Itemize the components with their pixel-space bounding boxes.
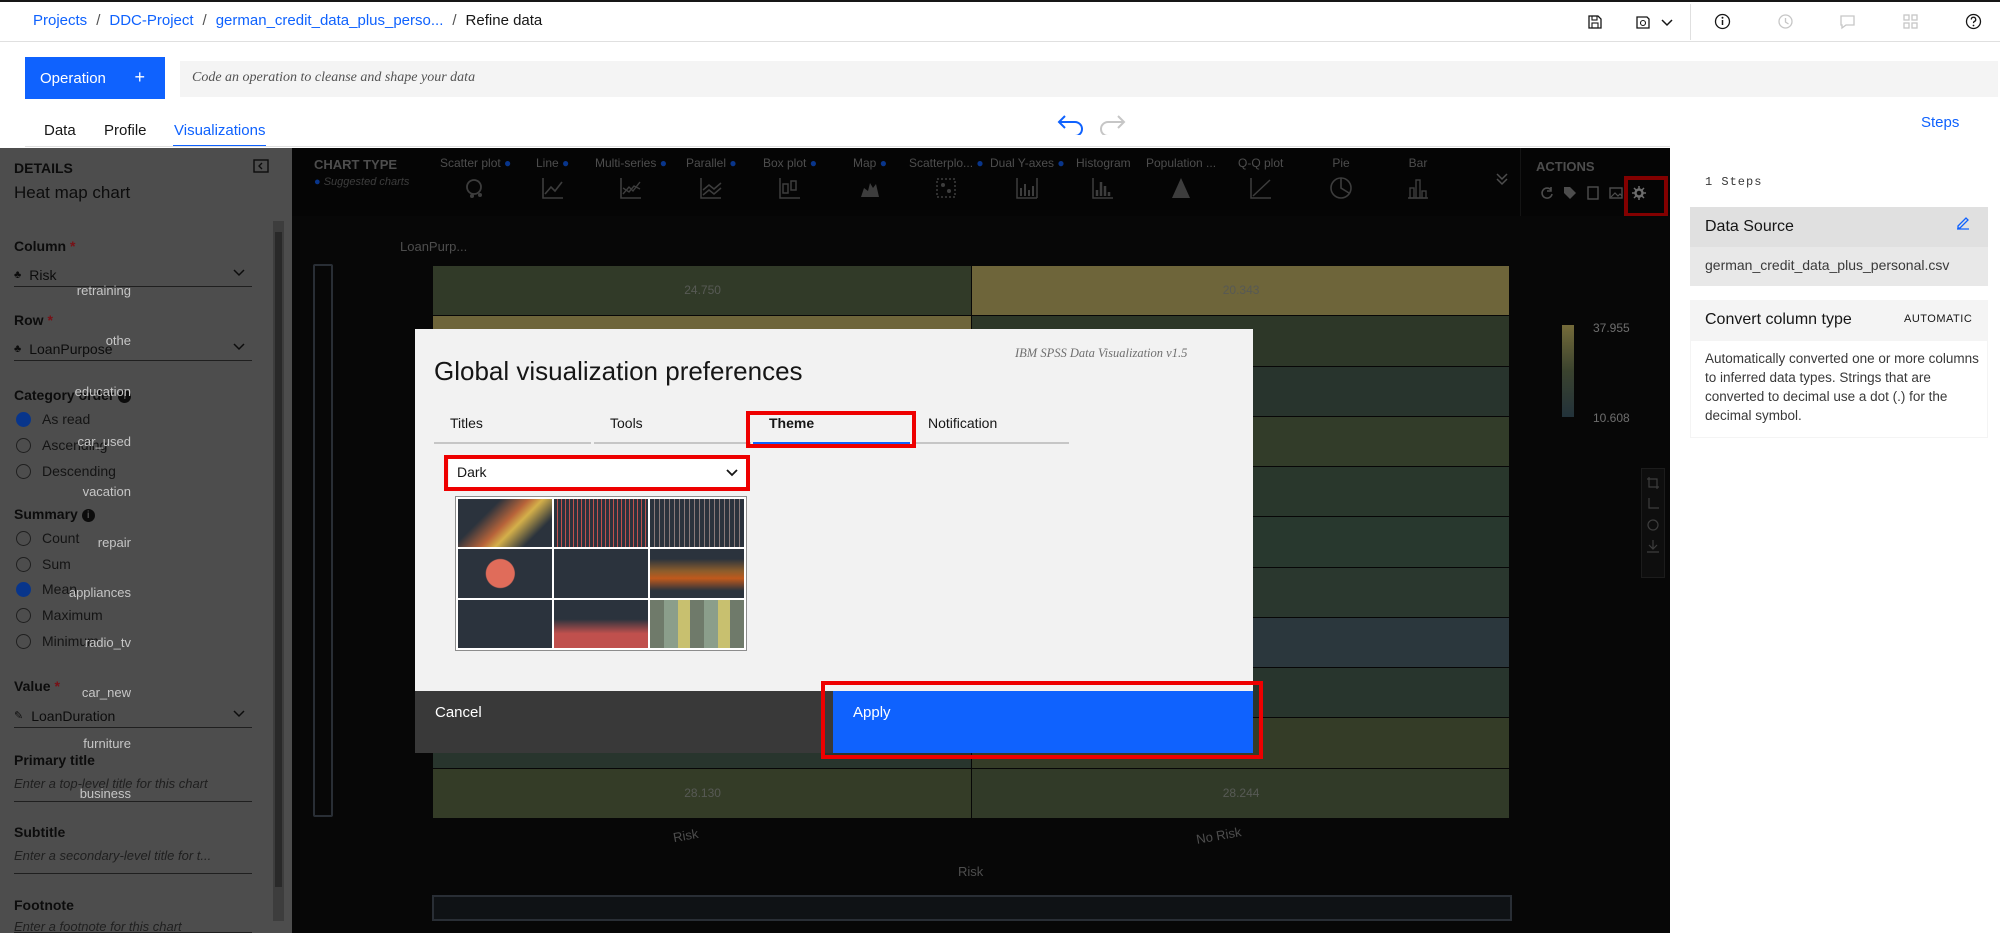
operation-label: Operation [40,69,106,87]
cancel-button[interactable]: Cancel [415,691,835,753]
preview-area [650,549,744,598]
history-icon[interactable] [1777,13,1794,30]
apps-icon[interactable] [1902,13,1919,30]
breadcrumb-current: Refine data [465,12,543,29]
preview-bars [554,549,648,598]
row-label-appliances: appliances [68,584,131,600]
chevron-down-icon [1661,19,1673,27]
breadcrumb-projects[interactable]: Projects [33,12,87,29]
step-title: Convert column type [1705,311,1852,328]
tab-data[interactable]: Data [44,122,76,139]
divider [1690,4,1691,40]
steps-link[interactable]: Steps [1921,114,1959,131]
preview-histogram [554,599,648,648]
step-convert-column-type[interactable]: Convert column type AUTOMATIC Automatica… [1690,300,1988,438]
step-data-source[interactable]: Data Source german_credit_data_plus_pers… [1690,207,1988,286]
row-label-car_used: car_used [77,433,131,449]
preview-lines [554,499,648,548]
plus-icon: + [134,67,145,87]
row-label-radio_tv: radio_tv [84,635,131,651]
breadcrumb-dataset[interactable]: german_credit_data_plus_perso... [216,12,444,29]
highlight-theme-tab [746,411,916,448]
edit-icon[interactable] [1955,215,1971,231]
preview-box [458,599,552,648]
header-divider [0,41,2000,42]
row-label-business: business [79,785,131,801]
breadcrumb-project[interactable]: DDC-Project [109,12,193,29]
breadcrumb: Projects / DDC-Project / german_credit_data_… [33,12,543,29]
step-file-name: german_credit_data_plus_personal.csv [1705,257,1950,273]
undo-icon[interactable] [1057,113,1085,135]
save-icon[interactable] [1587,14,1603,30]
row-label-repair: repair [97,534,131,550]
tabs-divider [25,146,1670,147]
row-label-car_new: car_new [81,685,131,701]
preview-pie [458,549,552,598]
dialog-tab-titles[interactable]: Titles [434,405,591,444]
dialog-tab-tools[interactable]: Tools [594,405,751,444]
row-label-retraining: retraining [76,283,131,299]
dialog-title: Global visualization preferences [434,356,803,386]
row-label-education: education [74,383,131,399]
tab-visualizations[interactable]: Visualizations [173,122,267,147]
automatic-badge: AUTOMATIC [1904,313,1973,325]
preview-scatter [458,499,552,548]
row-label-furniture: furniture [83,735,131,751]
theme-preview [455,496,747,651]
dialog-tab-notification[interactable]: Notification [912,405,1069,444]
preview-heatmap [650,599,744,648]
comment-icon[interactable] [1839,13,1856,30]
highlight-apply [821,681,1263,759]
job-menu-button[interactable] [1635,14,1673,30]
preview-multiline [650,499,744,548]
row-label-othe: othe [105,333,131,349]
step-title: Data Source [1705,218,1794,235]
tab-profile[interactable]: Profile [104,122,147,139]
row-label-vacation: vacation [82,484,131,500]
info-icon[interactable] [1714,13,1731,30]
redo-icon[interactable] [1098,113,1126,135]
help-icon[interactable] [1965,13,1982,30]
step-description: Automatically converted one or more colu… [1705,351,1979,423]
dialog-version: IBM SPSS Data Visualization v1.5 [1015,346,1188,360]
highlight-theme-select [444,455,750,491]
top-border [0,0,2000,2]
code-operation-input[interactable]: Code an operation to cleanse and shape y… [180,61,1998,97]
steps-count: 1 Steps [1705,175,1763,189]
operation-button[interactable]: Operation + [25,57,165,99]
